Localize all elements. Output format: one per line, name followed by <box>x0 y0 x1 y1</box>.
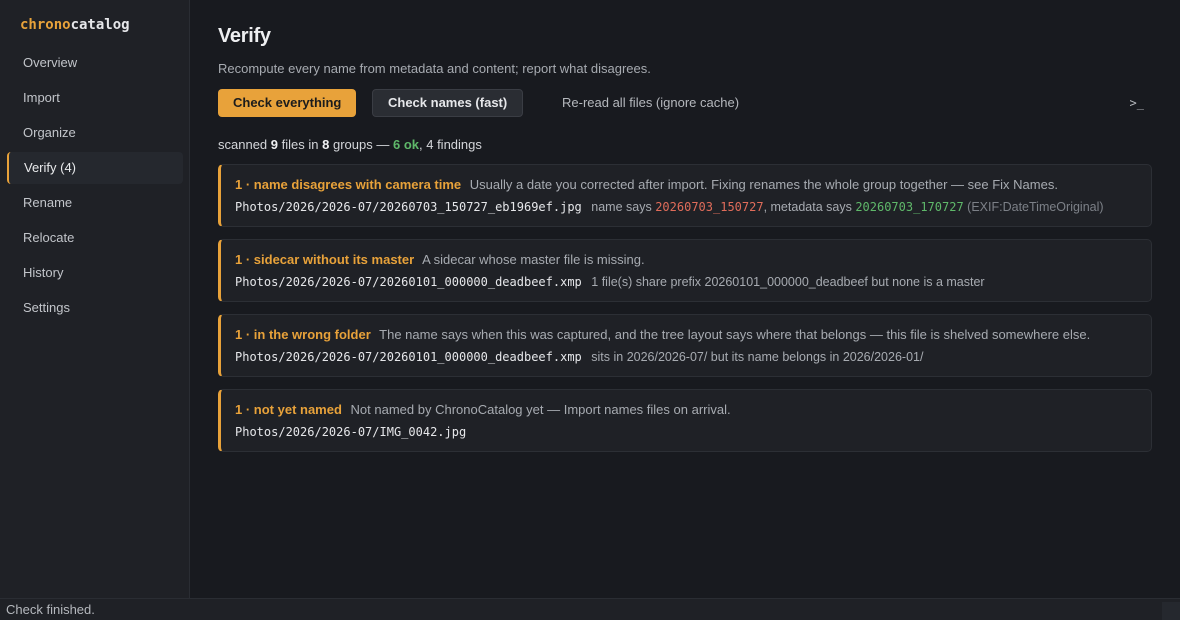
finding-card-name-mismatch: 1 · name disagrees with camera time Usua… <box>218 164 1152 227</box>
sidebar-item-overview[interactable]: Overview <box>7 47 183 79</box>
finding-detail-prefix: name says <box>591 200 652 214</box>
finding-header: 1 · sidecar without its master A sidecar… <box>235 252 1137 268</box>
finding-description: Not named by ChronoCatalog yet — Import … <box>350 402 731 417</box>
page-title: Verify <box>218 25 271 47</box>
sidebar-item-settings[interactable]: Settings <box>7 292 183 324</box>
sidebar-item-import[interactable]: Import <box>7 82 183 114</box>
check-everything-button[interactable]: Check everything <box>218 89 357 117</box>
console-icon[interactable]: >_ <box>1130 96 1144 110</box>
reread-files-button[interactable]: Re-read all files (ignore cache) <box>548 89 753 117</box>
resize-grip[interactable] <box>1162 602 1180 620</box>
page-subtitle: Recompute every name from metadata and c… <box>218 61 651 76</box>
finding-file-path[interactable]: Photos/2026/2026-07/20260101_000000_dead… <box>235 275 582 289</box>
finding-card-orphan-sidecar: 1 · sidecar without its master A sidecar… <box>218 239 1152 302</box>
summary-files-count: 9 <box>270 137 279 152</box>
finding-detail-line: Photos/2026/2026-07/20260703_150727_eb19… <box>235 199 1137 215</box>
brand-part-catalog: catalog <box>70 17 130 33</box>
app-logo: chronocatalog <box>20 17 130 33</box>
sidebar-item-organize[interactable]: Organize <box>7 117 183 149</box>
finding-file-path[interactable]: Photos/2026/2026-07/20260101_000000_dead… <box>235 350 582 364</box>
finding-description: The name says when this was captured, an… <box>379 327 1091 342</box>
sidebar-item-rename[interactable]: Rename <box>7 187 183 219</box>
summary-ok-count: 6 ok <box>392 137 419 152</box>
findings-list: 1 · name disagrees with camera time Usua… <box>218 164 1152 464</box>
finding-label: 1 · name disagrees with camera time <box>235 177 462 192</box>
summary-findings: , 4 findings <box>419 137 482 152</box>
check-names-button[interactable]: Check names (fast) <box>372 89 524 117</box>
finding-file-path[interactable]: Photos/2026/2026-07/20260703_150727_eb19… <box>235 200 582 214</box>
summary-scanned-label: scanned <box>218 137 268 152</box>
sidebar: chronocatalog Overview Import Organize V… <box>0 0 190 598</box>
finding-description: A sidecar whose master file is missing. <box>422 252 645 267</box>
finding-header: 1 · name disagrees with camera time Usua… <box>235 177 1137 193</box>
finding-detail-line: Photos/2026/2026-07/20260101_000000_dead… <box>235 349 1137 365</box>
finding-label: 1 · in the wrong folder <box>235 327 371 342</box>
finding-header: 1 · in the wrong folder The name says wh… <box>235 327 1137 343</box>
finding-detail-mid: , metadata says <box>763 200 852 214</box>
summary-groups-count: 8 <box>322 137 330 152</box>
status-bar: Check finished. <box>0 598 1180 620</box>
brand-part-chrono: chrono <box>20 17 71 33</box>
summary-files-label: files in <box>281 137 319 152</box>
finding-card-wrong-folder: 1 · in the wrong folder The name says wh… <box>218 314 1152 377</box>
sidebar-item-relocate[interactable]: Relocate <box>7 222 183 254</box>
sidebar-item-history[interactable]: History <box>7 257 183 289</box>
finding-detail-line: Photos/2026/2026-07/20260101_000000_dead… <box>235 274 1137 290</box>
finding-card-not-named: 1 · not yet named Not named by ChronoCat… <box>218 389 1152 452</box>
finding-meta-value: 20260703_170727 <box>855 200 964 214</box>
finding-description: Usually a date you corrected after impor… <box>469 177 1058 192</box>
finding-detail-suffix: (EXIF:DateTimeOriginal) <box>967 200 1104 214</box>
finding-detail-line: Photos/2026/2026-07/IMG_0042.jpg <box>235 424 1137 440</box>
scan-summary: scanned 9 files in 8 groups — 6 ok, 4 fi… <box>218 137 482 152</box>
status-text: Check finished. <box>6 602 95 617</box>
finding-label: 1 · sidecar without its master <box>235 252 415 267</box>
finding-file-path[interactable]: Photos/2026/2026-07/IMG_0042.jpg <box>235 425 466 439</box>
sidebar-item-verify[interactable]: Verify (4) <box>7 152 183 184</box>
finding-detail: 1 file(s) share prefix 20260101_000000_d… <box>591 275 985 289</box>
finding-header: 1 · not yet named Not named by ChronoCat… <box>235 402 1137 418</box>
sidebar-nav: Overview Import Organize Verify (4) Rena… <box>7 47 183 327</box>
finding-name-value: 20260703_150727 <box>655 200 764 214</box>
finding-detail: sits in 2026/2026-07/ but its name belon… <box>591 350 924 364</box>
summary-groups-label: groups — <box>332 137 390 152</box>
finding-label: 1 · not yet named <box>235 402 342 417</box>
